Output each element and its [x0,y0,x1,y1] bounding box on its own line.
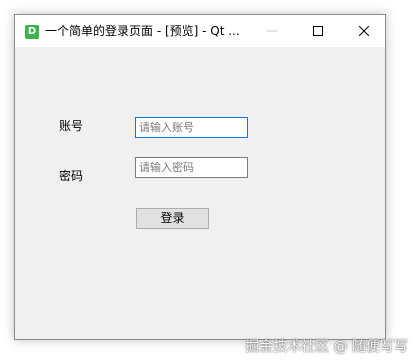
minimize-button[interactable] [249,15,295,47]
close-icon [359,26,369,36]
close-button[interactable] [341,15,387,47]
password-input[interactable] [135,157,248,178]
screen: D 一个简单的登录页面 - [预览] - Qt ... 账号 密码 [0,0,414,364]
account-label: 账号 [59,119,84,133]
window-title: 一个简单的登录页面 - [预览] - Qt ... [45,24,240,38]
account-input[interactable] [135,117,248,138]
maximize-button[interactable] [295,15,341,47]
app-icon: D [25,25,39,39]
login-window: D 一个简单的登录页面 - [预览] - Qt ... 账号 密码 [14,14,386,340]
minimize-icon [267,30,277,32]
password-label: 密码 [59,169,84,183]
title-bar[interactable]: D 一个简单的登录页面 - [预览] - Qt ... [15,15,385,47]
watermark: 掘金技术社区 @ 随便写写 [245,339,408,355]
maximize-icon [313,26,323,36]
login-button[interactable]: 登录 [136,208,209,229]
